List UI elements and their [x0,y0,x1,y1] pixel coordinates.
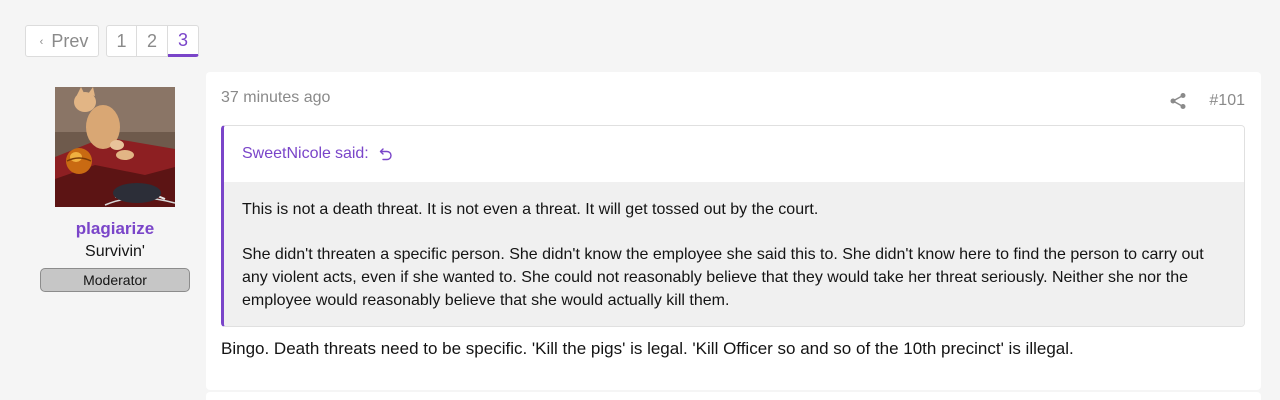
quote-content: This is not a death threat. It is not ev… [224,182,1244,326]
page-link-3-current[interactable]: 3 [168,25,199,57]
quote-said-label: said: [334,145,369,162]
chevron-left-icon: ‹ [39,36,44,48]
prev-page-button[interactable]: ‹ Prev [25,25,99,57]
post-user-info: plagiarize Survivin' Moderator [40,87,190,292]
post-body-text: Bingo. Death threats need to be specific… [221,339,1074,358]
page-link-1[interactable]: 1 [106,25,137,57]
prev-label: Prev [51,30,89,51]
page-link-2[interactable]: 2 [137,25,168,57]
jump-to-quote-icon[interactable] [379,147,393,161]
quote-paragraph: This is not a death threat. It is not ev… [242,201,819,218]
post-card: 37 minutes ago #101 SweetNicole said: Th… [206,72,1261,390]
next-post-card-edge [206,392,1261,400]
quote-paragraph: She didn't threaten a specific person. S… [242,246,1204,309]
user-avatar[interactable] [55,87,175,207]
share-icon[interactable] [1169,92,1187,110]
quote-block: SweetNicole said: This is not a death th… [221,125,1245,327]
moderator-badge: Moderator [40,268,190,292]
user-title: Survivin' [85,243,145,260]
quote-author[interactable]: SweetNicole [242,145,331,163]
post-number-link[interactable]: #101 [1209,92,1245,110]
quote-header: SweetNicole said: [224,126,1244,182]
username[interactable]: plagiarize [40,218,190,240]
post-timestamp[interactable]: 37 minutes ago [221,89,330,107]
post-actions: #101 [1169,92,1245,110]
pagination: ‹ Prev 1 2 3 [25,25,199,57]
